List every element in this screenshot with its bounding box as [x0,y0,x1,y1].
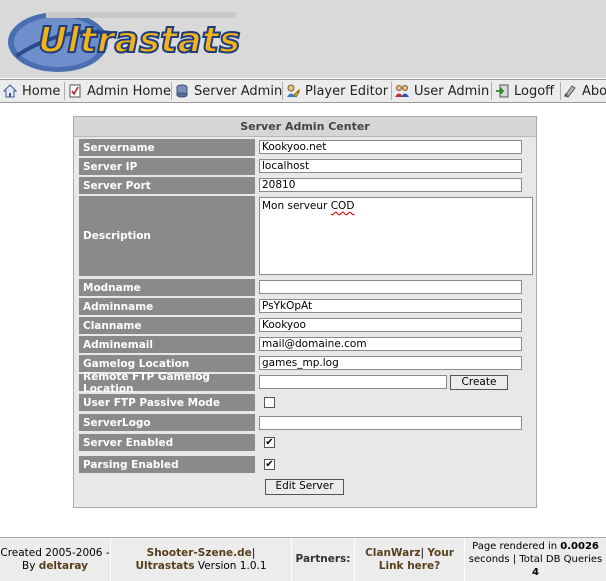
nav-server-admin-label: Server Admin [194,83,283,99]
adminemail-label: Adminemail [79,336,255,353]
home-icon [3,84,17,98]
server-ip-input[interactable]: localhost [259,159,522,173]
nav-about[interactable]: Abo [563,82,606,100]
about-icon [564,85,576,98]
nav-divider [560,82,561,100]
nav-divider [391,82,392,100]
nav-logoff-label: Logoff [514,83,555,99]
remote-ftp-gamelog-label: Remote FTP Gamelog Location [79,371,255,395]
gamelog-location-label: Gamelog Location [79,355,255,372]
database-icon [176,84,188,98]
remote-ftp-gamelog-input[interactable] [259,375,447,389]
nav-player-editor-label: Player Editor [305,83,389,99]
nav-home-label: Home [22,83,61,99]
panel-title: Server Admin Center [74,117,536,137]
modname-label: Modname [79,279,255,296]
nav-player-editor[interactable]: Player Editor [286,82,388,100]
footer-partners-label: Partners: [295,553,351,565]
server-enabled-checkbox[interactable]: ✔ [264,437,275,448]
gamelog-location-input[interactable]: games_mp.log [259,356,522,370]
ftp-passive-mode-label: User FTP Passive Mode [79,394,255,411]
render-seconds-text: seconds [468,554,513,565]
nav-server-admin[interactable]: Server Admin [175,82,282,100]
header: Ultrastats [0,0,606,78]
users-icon [395,85,409,97]
adminname-label: Adminname [79,298,255,315]
footer-by-text: By [22,559,39,572]
description-label: Description [79,196,255,276]
render-time: 0.0026 [560,541,599,552]
nav-about-label: Abo [582,83,606,99]
server-ip-label: Server IP [79,158,255,175]
nav-divider [171,82,172,100]
server-port-input[interactable]: 20810 [259,178,522,192]
player-icon [287,84,300,98]
footer-created-text: Created 2005-2006 - [0,546,110,559]
servername-label: Servername [79,139,255,156]
footer-pipe: | [251,546,256,559]
footer-partner-links: ClanWarz| Your Link here? [355,538,464,581]
footer: Created 2005-2006 - By deltaray Shooter-S… [0,537,606,581]
parsing-enabled-checkbox[interactable]: ✔ [264,459,275,470]
footer-partner-your-link[interactable]: Your [427,547,454,559]
footer-product-link[interactable]: Ultrastats [135,560,194,572]
db-queries-count: 4 [532,567,539,578]
nav-divider [491,82,492,100]
nav-admin-home[interactable]: Admin Home [68,82,171,100]
footer-partner-clanwarz-link[interactable]: ClanWarz [365,547,420,559]
adminname-input[interactable]: PsYkOpAt [259,299,522,313]
description-text: Mon serveur [262,200,331,212]
footer-product: Shooter-Szene.de| Ultrastats Version 1.0.… [111,538,291,581]
nav-logoff[interactable]: Logoff [495,82,554,100]
clanname-input[interactable]: Kookyoo [259,318,522,332]
footer-partner-link-here[interactable]: Link here? [379,560,440,572]
footer-version-text: Version 1.0.1 [194,559,267,572]
server-admin-panel: Server Admin Center Servername Kookyoo.n… [73,116,537,508]
footer-author-link[interactable]: deltaray [39,560,88,572]
servername-input[interactable]: Kookyoo.net [259,140,522,154]
ftp-passive-mode-checkbox[interactable] [264,397,275,408]
db-queries-text: Total DB Queries [516,554,603,565]
adminemail-input[interactable]: mail@domaine.com [259,337,522,351]
nav-divider [282,82,283,100]
serverlogo-input[interactable] [259,416,522,430]
footer-pipe: | [420,546,425,559]
edit-server-button[interactable]: Edit Server [265,479,344,495]
footer-render-stats: Page rendered in 0.0026 seconds | Total D… [465,538,606,581]
clanname-label: Clanname [79,317,255,334]
top-navigation: Home Admin Home Server Admin Player Edit… [0,79,606,103]
logo-text: Ultrastats [38,20,240,61]
modname-input[interactable] [259,280,522,294]
parsing-enabled-label: Parsing Enabled [79,456,255,473]
nav-home[interactable]: Home [3,82,60,100]
render-text: Page rendered in [472,541,561,552]
footer-site-link[interactable]: Shooter-Szene.de [147,547,252,559]
document-icon [69,84,81,98]
nav-user-admin-label: User Admin [414,83,490,99]
server-port-label: Server Port [79,177,255,194]
description-spellcheck-word: COD [330,200,355,212]
logoff-icon [496,84,509,98]
description-textarea[interactable]: Mon serveur COD [259,197,533,275]
footer-credits: Created 2005-2006 - By deltaray [0,538,110,581]
ultrastats-logo[interactable]: Ultrastats [6,4,242,74]
create-button[interactable]: Create [450,375,508,390]
nav-user-admin[interactable]: User Admin [395,82,489,100]
serverlogo-label: ServerLogo [79,414,255,431]
nav-divider [64,82,65,100]
nav-admin-home-label: Admin Home [87,83,171,99]
server-enabled-label: Server Enabled [79,434,255,451]
